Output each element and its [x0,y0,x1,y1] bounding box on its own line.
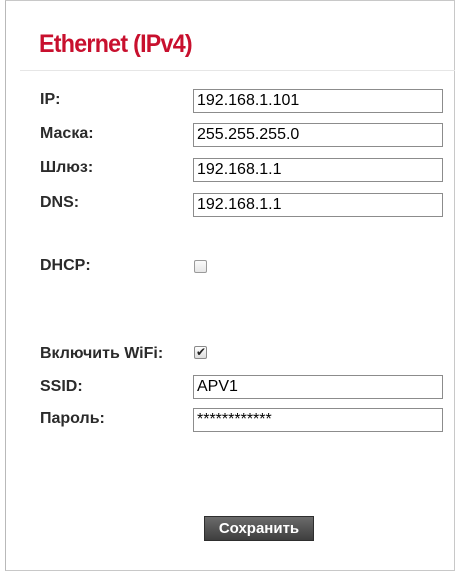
page-title: Ethernet (IPv4) [39,30,193,58]
mask-label: Маска: [40,125,94,142]
settings-panel [5,0,455,571]
title-divider [20,70,455,71]
gateway-label: Шлюз: [40,159,94,176]
dhcp-checkbox[interactable] [194,260,207,273]
checkmark-icon: ✔ [196,345,207,359]
enable-wifi-label: Включить WiFi: [40,345,164,362]
ip-label: IP: [40,91,61,108]
mask-input[interactable]: 255.255.255.0 [193,123,443,147]
dns-label: DNS: [40,194,80,211]
dns-input[interactable]: 192.168.1.1 [193,193,443,217]
password-label: Пароль: [40,410,105,427]
ip-input[interactable]: 192.168.1.101 [193,89,443,113]
enable-wifi-checkbox[interactable]: ✔ [194,345,207,359]
ssid-label: SSID: [40,378,83,395]
save-button[interactable]: Сохранить [204,516,314,541]
password-input[interactable]: ************ [193,408,443,432]
ssid-input[interactable]: APV1 [193,375,443,399]
dhcp-label: DHCP: [40,257,91,274]
gateway-input[interactable]: 192.168.1.1 [193,158,443,182]
